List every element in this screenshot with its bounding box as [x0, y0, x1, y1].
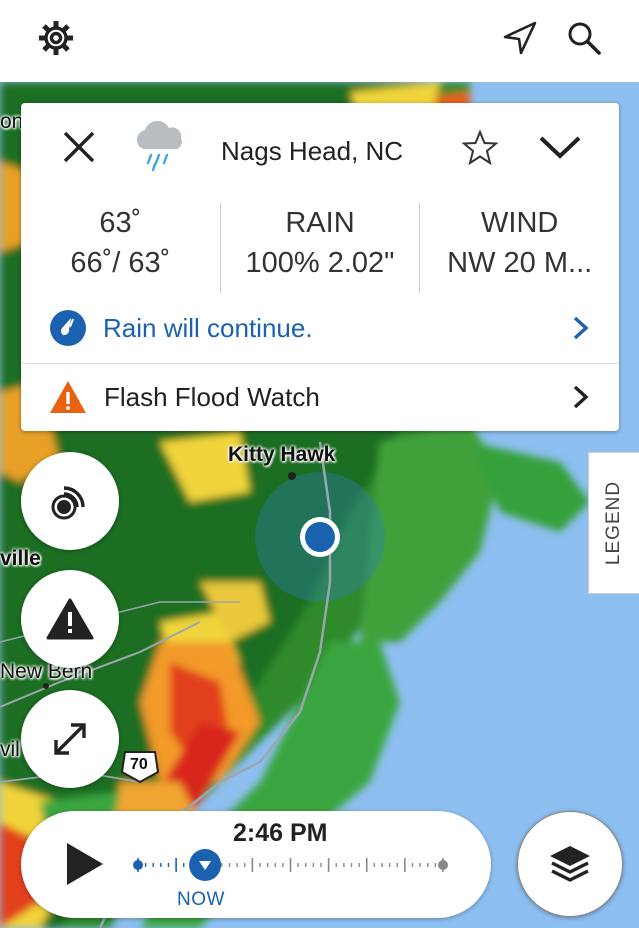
my-location-button[interactable] [500, 18, 540, 58]
close-button[interactable] [61, 129, 101, 169]
warning-icon [46, 598, 94, 640]
timeline-thumb[interactable] [189, 849, 222, 881]
nowcast-row[interactable]: Rain will continue. [21, 295, 619, 361]
navigation-arrow-icon [503, 21, 537, 55]
settings-button[interactable] [36, 18, 76, 58]
location-weather-card: Nags Head, NC 63˚ 66˚/ 63˚ RAIN 100% 2.0… [21, 103, 619, 431]
map-label-vil: vil [0, 738, 20, 761]
timeline-end-dot [438, 860, 448, 870]
flash-flood-alert-row[interactable]: Flash Flood Watch [21, 364, 619, 430]
raindrop-badge-icon [50, 310, 86, 346]
map-label-ville: ville [0, 547, 41, 570]
search-icon [568, 22, 601, 55]
collapse-button[interactable] [537, 129, 583, 170]
radar-timeline: 2:46 PM NOW [21, 811, 491, 918]
alert-text: Flash Flood Watch [104, 381, 320, 412]
radar-signal-icon [51, 486, 85, 520]
card-header: Nags Head, NC [21, 103, 619, 195]
nowcast-text: Rain will continue. [103, 312, 313, 343]
wind-stat: WIND NW 20 M... [419, 203, 619, 293]
map-label-on: on [0, 110, 24, 133]
hi-lo-temp: 66˚/ 63˚ [70, 247, 171, 279]
location-name: Nags Head, NC [221, 136, 404, 166]
route-70-label: 70 [130, 756, 148, 773]
now-label: NOW [177, 889, 225, 910]
alerts-toggle-button[interactable] [21, 570, 119, 668]
expand-arrows-icon [54, 723, 86, 755]
timeline-time: 2:46 PM [233, 819, 328, 847]
rain-label: RAIN [285, 207, 355, 239]
weather-icon [131, 117, 187, 178]
warning-triangle-icon [50, 381, 86, 413]
temperature-stat: 63˚ 66˚/ 63˚ [21, 203, 220, 293]
rain-stat: RAIN 100% 2.02" [219, 203, 420, 293]
star-icon [461, 129, 499, 166]
rain-value: 100% 2.02" [245, 247, 395, 279]
close-icon [63, 131, 95, 163]
search-button[interactable] [564, 18, 604, 58]
play-button[interactable] [65, 841, 105, 892]
timeline-start-dot [133, 860, 143, 870]
chevron-right-icon [573, 385, 589, 409]
top-bar [0, 0, 639, 82]
favorite-button[interactable] [461, 129, 499, 172]
current-temp: 63˚ [99, 207, 142, 239]
chevron-right-icon [573, 316, 589, 340]
chevron-down-icon [539, 136, 581, 159]
legend-label: LEGEND [603, 480, 625, 566]
rain-cloud-icon [136, 120, 182, 172]
legend-tab[interactable]: LEGEND [588, 452, 639, 594]
map-label-kitty-hawk: Kitty Hawk [228, 443, 336, 466]
play-icon [67, 843, 103, 885]
layers-icon [550, 846, 590, 882]
wind-value: NW 20 M... [447, 247, 593, 279]
wind-label: WIND [481, 207, 559, 239]
radar-toggle-button[interactable] [21, 452, 119, 550]
layers-button[interactable] [517, 811, 623, 917]
gear-icon [39, 21, 73, 55]
timeline-track[interactable] [131, 845, 461, 885]
weather-stats: 63˚ 66˚/ 63˚ RAIN 100% 2.02" WIND NW 20 … [21, 203, 619, 293]
expand-map-button[interactable] [21, 690, 119, 788]
